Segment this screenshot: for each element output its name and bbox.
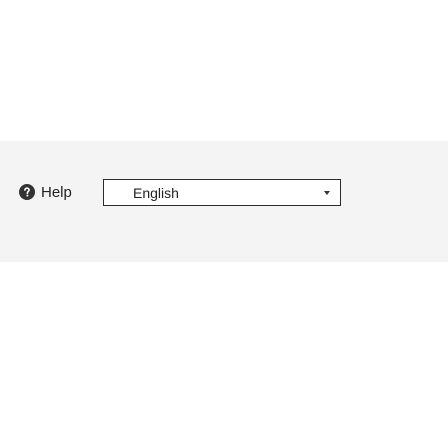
language-selected-value: English bbox=[133, 185, 179, 201]
page: Help English bbox=[0, 0, 448, 448]
language-select[interactable]: English bbox=[103, 179, 341, 206]
help-label: Help bbox=[41, 183, 72, 201]
chevron-down-icon bbox=[324, 191, 330, 195]
help-link[interactable]: Help bbox=[19, 181, 72, 203]
help-icon bbox=[19, 184, 35, 200]
